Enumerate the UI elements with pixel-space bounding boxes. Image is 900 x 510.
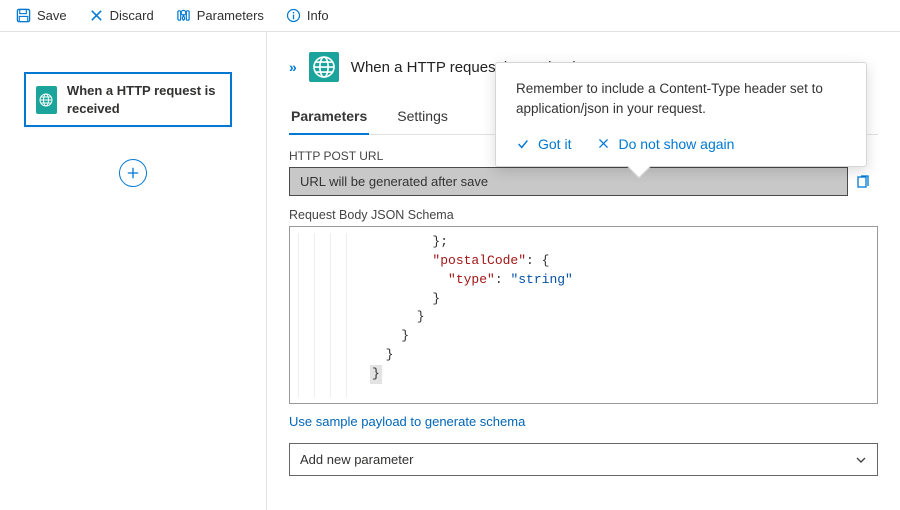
url-field: URL will be generated after save (289, 167, 848, 196)
panel-icon (309, 52, 339, 82)
teaching-bubble: Remember to include a Content-Type heade… (495, 62, 867, 167)
info-button[interactable]: Info (278, 6, 337, 25)
trigger-card[interactable]: When a HTTP request is received (24, 72, 232, 127)
designer-canvas[interactable]: When a HTTP request is received (0, 32, 267, 510)
add-parameter-dropdown[interactable]: Add new parameter (289, 443, 878, 476)
parameters-icon (176, 8, 191, 23)
info-label: Info (307, 8, 329, 23)
sample-payload-link[interactable]: Use sample payload to generate schema (289, 414, 878, 429)
save-label: Save (37, 8, 67, 23)
add-parameter-label: Add new parameter (300, 452, 413, 467)
save-button[interactable]: Save (8, 6, 75, 25)
tooltip-message: Remember to include a Content-Type heade… (516, 79, 846, 120)
trigger-title: When a HTTP request is received (67, 82, 220, 117)
copy-url-button[interactable] (848, 167, 878, 196)
schema-label: Request Body JSON Schema (289, 208, 878, 222)
copy-icon (855, 174, 871, 190)
command-bar: Save Discard Parameters Info (0, 0, 900, 32)
save-icon (16, 8, 31, 23)
x-icon (597, 137, 610, 150)
schema-text: }; "postalCode": { "type": "string" } } … (370, 233, 573, 384)
tab-settings[interactable]: Settings (395, 100, 450, 134)
got-it-button[interactable]: Got it (516, 136, 571, 152)
tab-parameters[interactable]: Parameters (289, 100, 369, 134)
discard-label: Discard (110, 8, 154, 23)
plus-icon (126, 166, 140, 180)
do-not-show-button[interactable]: Do not show again (597, 136, 734, 152)
add-step-button[interactable] (119, 159, 147, 187)
check-icon (516, 137, 530, 151)
parameters-button[interactable]: Parameters (168, 6, 272, 25)
parameters-label: Parameters (197, 8, 264, 23)
info-icon (286, 8, 301, 23)
x-icon (89, 8, 104, 23)
schema-editor[interactable]: }; "postalCode": { "type": "string" } } … (289, 226, 878, 404)
http-trigger-icon (36, 86, 57, 114)
chevron-down-icon (855, 454, 867, 466)
collapse-button[interactable]: » (289, 59, 297, 75)
discard-button[interactable]: Discard (81, 6, 162, 25)
